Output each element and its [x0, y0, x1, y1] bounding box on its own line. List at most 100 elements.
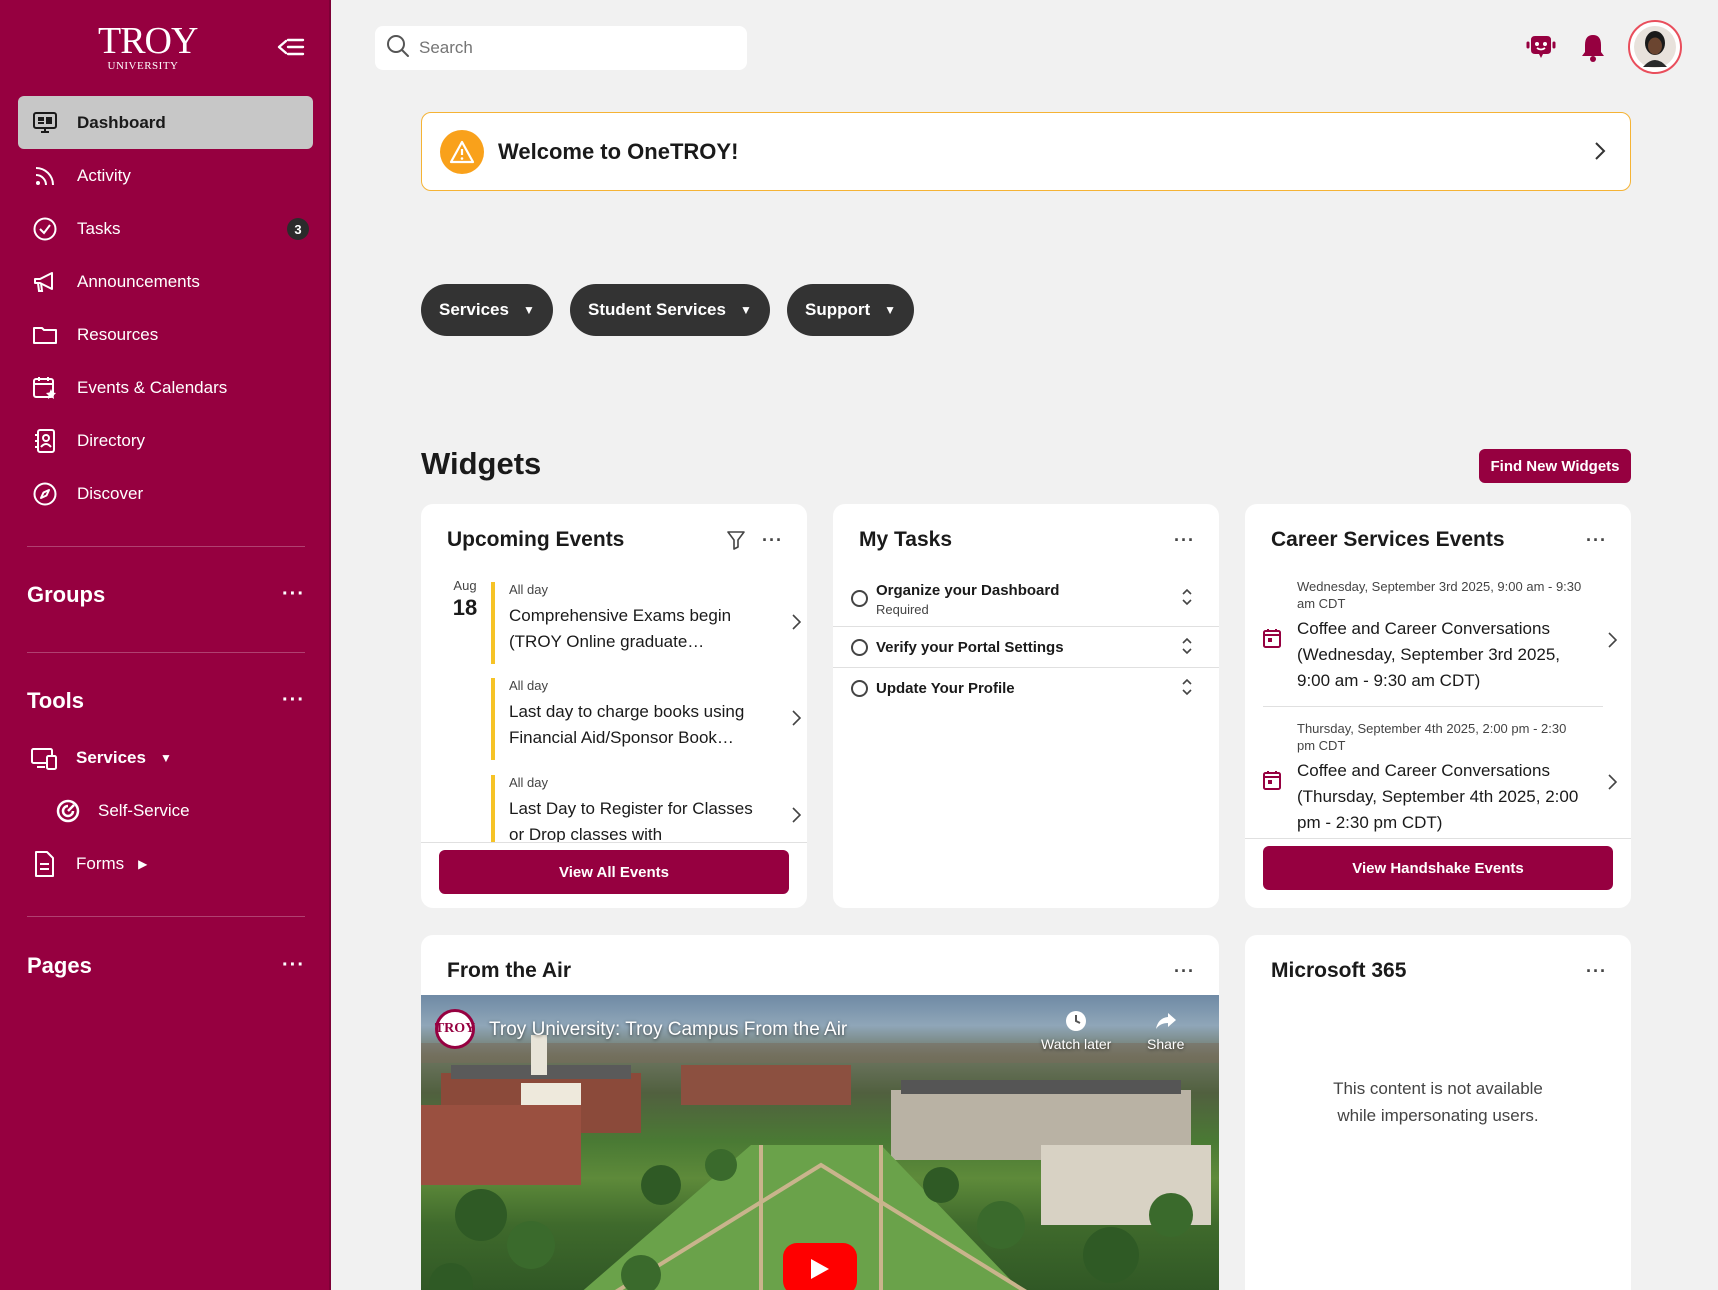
widget-more-icon[interactable]: ··· [762, 530, 783, 551]
calendar-star-icon [32, 375, 58, 401]
widgets-heading: Widgets [421, 446, 542, 481]
event-item[interactable]: All day Comprehensive Exams begin (TROY … [491, 582, 802, 664]
sidebar-item-activity[interactable]: Activity [18, 149, 313, 202]
sidebar-item-resources[interactable]: Resources [18, 308, 313, 361]
filter-icon[interactable] [727, 530, 745, 555]
collapse-sidebar-icon[interactable] [276, 34, 306, 60]
tool-services[interactable]: Services ▼ [30, 744, 172, 772]
task-status: Required [876, 602, 929, 617]
calendar-icon [1263, 770, 1281, 795]
tool-self-service[interactable]: Self-Service [54, 797, 190, 825]
sidebar-divider [27, 916, 305, 917]
video-player[interactable]: TROY Troy University: Troy Campus From t… [421, 995, 1219, 1290]
sidebar-item-events-calendars[interactable]: Events & Calendars [18, 361, 313, 414]
upcoming-events-widget: Upcoming Events ··· Aug 18 All day Compr… [421, 504, 807, 908]
event-name: Last Day to Register for Classes or Drop… [509, 799, 753, 842]
from-the-air-widget: From the Air ··· TROY Troy University: T… [421, 935, 1219, 1290]
tool-forms-label: Forms [76, 854, 125, 873]
event-item[interactable]: All day Last day to charge books using F… [491, 678, 802, 760]
career-event-item[interactable]: Thursday, September 4th 2025, 2:00 pm - … [1263, 720, 1617, 838]
tool-forms[interactable]: Forms ▶ [30, 850, 147, 878]
unavailable-message: This content is not available while impe… [1245, 1075, 1631, 1129]
find-new-widgets-button[interactable]: Find New Widgets [1479, 449, 1631, 483]
sidebar-nav: Dashboard Activity Tasks 3 Announcements [18, 96, 313, 520]
welcome-banner[interactable]: Welcome to OneTROY! [421, 112, 1631, 191]
caret-down-icon: ▼ [884, 303, 897, 317]
divider [1263, 706, 1603, 707]
sidebar-item-label: Announcements [77, 271, 200, 291]
watch-later-button[interactable]: Watch later [1041, 1009, 1111, 1052]
groups-heading: Groups [27, 582, 106, 607]
widget-more-icon[interactable]: ··· [1586, 961, 1607, 982]
search-input[interactable] [419, 38, 719, 58]
tools-more-icon[interactable]: ··· [282, 689, 305, 712]
career-event-time: Wednesday, September 3rd 2025, 9:00 am -… [1297, 579, 1582, 611]
task-name: Update Your Profile [876, 680, 1015, 697]
check-circle-icon [32, 216, 58, 242]
play-button[interactable] [783, 1243, 857, 1290]
task-item[interactable]: Update Your Profile [833, 668, 1219, 709]
task-name: Verify your Portal Settings [876, 639, 1064, 656]
reorder-icon[interactable] [1181, 637, 1193, 660]
search-bar[interactable] [375, 26, 747, 70]
tools-heading: Tools [27, 688, 85, 713]
tool-self-service-label: Self-Service [98, 801, 190, 820]
caret-right-icon: ▶ [138, 857, 148, 871]
divider [1245, 838, 1631, 839]
view-all-events-button[interactable]: View All Events [439, 850, 789, 894]
troy-logo[interactable]: TROY UNIVERSITY [98, 20, 198, 72]
sidebar-item-directory[interactable]: Directory [18, 414, 313, 467]
student-services-menu-button[interactable]: Student Services ▼ [570, 284, 770, 336]
chatbot-icon[interactable] [1526, 32, 1556, 62]
services-menu-button[interactable]: Services ▼ [421, 284, 553, 336]
channel-logo[interactable]: TROY [435, 1009, 475, 1049]
task-checkbox[interactable] [851, 639, 868, 656]
view-handshake-events-button[interactable]: View Handshake Events [1263, 846, 1613, 890]
chevron-right-icon [792, 807, 802, 828]
sidebar-divider [27, 546, 305, 547]
watch-later-label: Watch later [1041, 1036, 1112, 1052]
divider [421, 842, 807, 843]
logo-wordmark: TROY [98, 20, 198, 62]
widget-more-icon[interactable]: ··· [1174, 961, 1195, 982]
sidebar-item-tasks[interactable]: Tasks 3 [18, 202, 313, 255]
reorder-icon[interactable] [1181, 588, 1193, 611]
support-menu-button[interactable]: Support ▼ [787, 284, 915, 336]
groups-more-icon[interactable]: ··· [282, 583, 305, 606]
event-time: All day [509, 678, 549, 693]
pages-more-icon[interactable]: ··· [282, 954, 305, 977]
widget-more-icon[interactable]: ··· [1174, 530, 1195, 551]
compass-icon [32, 481, 58, 507]
event-time: All day [509, 775, 549, 790]
task-checkbox[interactable] [851, 590, 868, 607]
video-title[interactable]: Troy University: Troy Campus From the Ai… [489, 1019, 847, 1041]
widget-title: Upcoming Events [447, 528, 625, 551]
caret-down-icon: ▼ [739, 303, 752, 317]
bell-icon[interactable] [1578, 32, 1608, 62]
sidebar-divider [27, 652, 305, 653]
sidebar-item-discover[interactable]: Discover [18, 467, 313, 520]
widget-title: Career Services Events [1271, 528, 1505, 551]
warning-icon [440, 129, 484, 174]
sidebar-item-announcements[interactable]: Announcements [18, 255, 313, 308]
event-time: All day [509, 582, 549, 597]
widget-more-icon[interactable]: ··· [1586, 530, 1607, 551]
career-event-item[interactable]: Wednesday, September 3rd 2025, 9:00 am -… [1263, 578, 1618, 708]
task-item[interactable]: Organize your Dashboard Required [833, 570, 1219, 627]
user-avatar[interactable] [1628, 20, 1682, 74]
sidebar-item-label: Events & Calendars [77, 377, 228, 397]
event-item[interactable]: All day Last Day to Register for Classes… [491, 775, 802, 842]
career-services-events-widget: Career Services Events ··· Wednesday, Se… [1245, 504, 1631, 908]
widget-title: My Tasks [859, 528, 952, 551]
pill-label: Support [805, 300, 871, 319]
share-button[interactable]: Share [1147, 1009, 1184, 1052]
folder-icon [32, 322, 58, 348]
self-service-icon [54, 797, 82, 825]
logo-subtitle: UNIVERSITY [107, 60, 179, 72]
task-item[interactable]: Verify your Portal Settings [833, 627, 1219, 668]
search-icon [385, 33, 411, 64]
sidebar: TROY UNIVERSITY Dashboard Activity Tasks… [0, 0, 331, 1290]
sidebar-item-dashboard[interactable]: Dashboard [18, 96, 313, 149]
reorder-icon[interactable] [1181, 678, 1193, 701]
task-checkbox[interactable] [851, 680, 868, 697]
